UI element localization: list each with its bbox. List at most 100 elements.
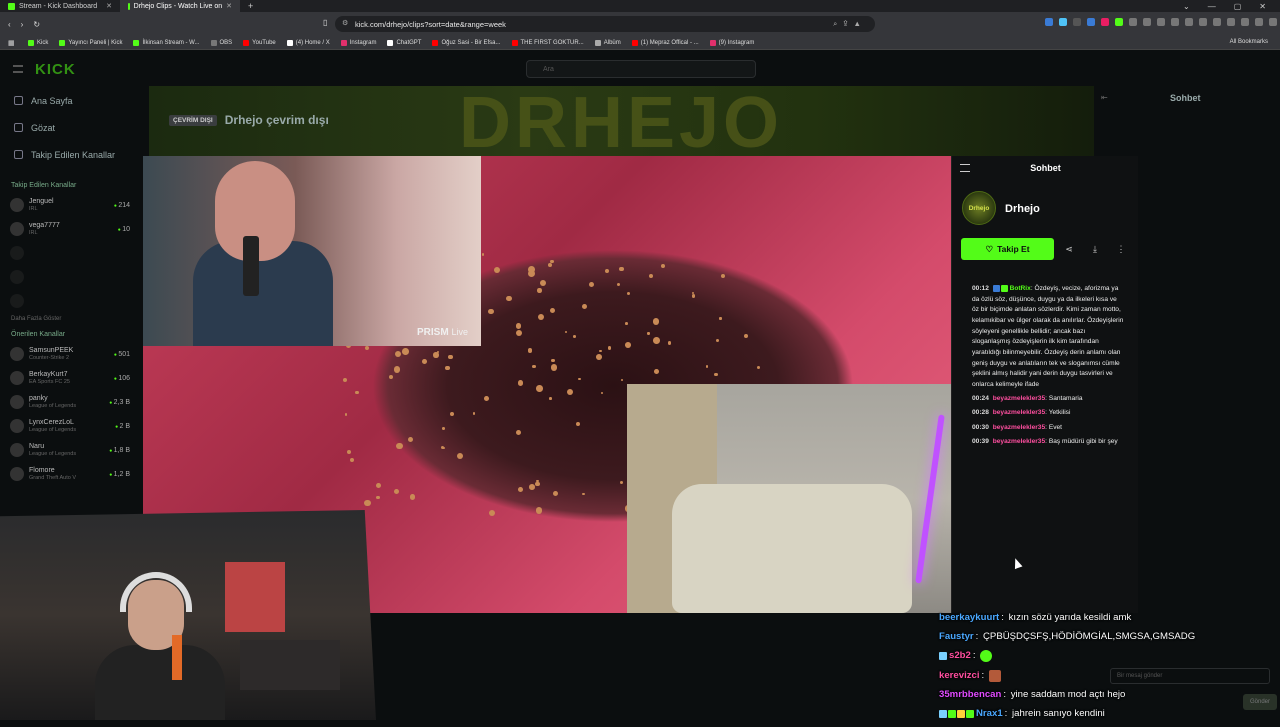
nut-crumb (393, 488, 399, 495)
sidebar-item-home[interactable]: Ana Sayfa (0, 87, 140, 114)
site-info-icon[interactable]: ⚙ (342, 19, 348, 27)
channel-name[interactable]: Drhejo (1005, 203, 1040, 215)
extension-icon[interactable] (1199, 18, 1207, 26)
nut-crumb (599, 349, 602, 353)
extension-icon[interactable] (1087, 18, 1095, 26)
nut-crumb (719, 317, 722, 320)
bookmark-item[interactable]: YouTube (243, 39, 276, 46)
bookmark-item[interactable]: (9) Instagram (709, 39, 754, 46)
user-badges (992, 284, 1008, 292)
offline-channel[interactable] (0, 241, 140, 265)
reload-icon[interactable]: ↻ (33, 20, 40, 29)
extension-icon[interactable] (1073, 18, 1081, 26)
extension-icon[interactable] (1255, 18, 1263, 26)
nut-crumb (409, 494, 415, 500)
more-options-icon[interactable]: ⋮ (1112, 240, 1130, 258)
sidebar-item-following[interactable]: Takip Edilen Kanallar (0, 141, 140, 168)
bookmark-item[interactable]: (1) Mepraz Offical - ... (631, 39, 699, 46)
apps-grid-icon[interactable]: ▦ (8, 39, 15, 47)
sidebar-item-browse[interactable]: Gözat (0, 114, 140, 141)
bookmark-item[interactable]: THE FIRST GOKTUR... (511, 39, 584, 46)
show-more-link[interactable]: Daha Fazla Göster (0, 313, 140, 325)
download-icon[interactable]: ⤓ (1086, 240, 1104, 258)
nut-crumb (402, 348, 410, 355)
close-tab-icon[interactable]: ✕ (106, 2, 112, 10)
search-input[interactable]: Ara (526, 60, 756, 78)
recommended-channel[interactable]: LynxCerezLoLLeague of Legends 2 B (0, 414, 140, 438)
close-tab-icon[interactable]: ✕ (226, 2, 232, 10)
extension-icon[interactable] (1171, 18, 1179, 26)
heart-icon (14, 150, 23, 159)
recommended-channel[interactable]: NaruLeague of Legends 1,8 B (0, 438, 140, 462)
menu-icon[interactable] (13, 65, 23, 73)
address-toolbar: ‹ › ↻ ▯ ⚙ kick.com/drhejo/clips?sort=dat… (0, 12, 1280, 36)
forward-icon[interactable]: › (21, 20, 24, 29)
extension-icon[interactable] (1059, 18, 1067, 26)
bookmark-item[interactable]: Instagram (340, 39, 376, 46)
tab-kick-dashboard[interactable]: Stream - Kick Dashboard ✕ (0, 0, 120, 12)
bookmark-item[interactable]: İlkinsan Stream - W... (133, 39, 200, 46)
bookmark-item[interactable]: Oğuz Sasi - Bir Efsa... (432, 39, 501, 46)
nut-crumb (355, 390, 359, 395)
chevron-down-icon[interactable]: ⌄ (1183, 2, 1190, 11)
extension-icon[interactable] (1129, 18, 1137, 26)
url-text: kick.com/drhejo/clips?sort=date&range=we… (355, 19, 506, 29)
extension-icon[interactable] (1241, 18, 1249, 26)
extension-icon[interactable] (1185, 18, 1193, 26)
extension-icon[interactable] (1213, 18, 1221, 26)
bookmark-item[interactable]: Kick (28, 39, 48, 46)
extension-icon[interactable] (1115, 18, 1123, 26)
message-text: Santamaria (1048, 395, 1083, 403)
recommended-channel[interactable]: BerkayKurt7EA Sports FC 25 106 (0, 366, 140, 390)
message-username[interactable]: beyazmelekler35 (993, 409, 1045, 416)
message-username[interactable]: BotRix (1010, 285, 1031, 292)
extension-icon[interactable] (1101, 18, 1109, 26)
message-username[interactable]: beyazmelekler35 (993, 395, 1045, 402)
minimize-icon[interactable]: — (1208, 2, 1216, 11)
kick-logo[interactable]: KICK (35, 61, 76, 78)
recommended-channel[interactable]: SamsunPEEKCounter-Strike 2 501 (0, 342, 140, 366)
tab-drhejo-clips[interactable]: Drhejo Clips - Watch Live on ✕ (120, 0, 240, 12)
nut-crumb (705, 365, 709, 368)
bookmark-item[interactable]: ChatGPT (387, 39, 421, 46)
close-window-icon[interactable]: ✕ (1259, 2, 1266, 11)
chat-input[interactable]: Bir mesaj gönder (1110, 668, 1270, 684)
back-icon[interactable]: ‹ (8, 20, 11, 29)
followed-channel[interactable]: vega7777IRL 10 (0, 217, 140, 241)
nut-crumb (620, 480, 624, 484)
extension-icon[interactable] (1045, 18, 1053, 26)
bookmark-folder[interactable]: Albüm (594, 39, 621, 46)
new-tab-button[interactable]: + (240, 1, 261, 11)
extension-icon[interactable] (1143, 18, 1151, 26)
nut-crumb (721, 274, 726, 279)
avatar[interactable]: Drhejo (962, 191, 996, 225)
recommended-channel[interactable]: pankyLeague of Legends 2,3 B (0, 390, 140, 414)
bookmark-item[interactable]: (4) Home / X (286, 39, 330, 46)
collapse-chat-icon[interactable]: ⇤ (1101, 93, 1108, 102)
followed-channel[interactable]: JenguelIRL 214 (0, 193, 140, 217)
offline-channel[interactable] (0, 265, 140, 289)
follow-button[interactable]: ♡ Takip Et (961, 238, 1054, 260)
maximize-icon[interactable]: ▢ (1234, 2, 1242, 11)
offline-channel[interactable] (0, 289, 140, 313)
menu-dots-icon[interactable] (1269, 18, 1277, 26)
extension-icon[interactable] (1227, 18, 1235, 26)
user-badges (939, 710, 974, 719)
sword-badge-icon (939, 652, 947, 661)
nut-crumb (375, 483, 381, 489)
bookmark-item[interactable]: Yayıncı Paneli | Kick (59, 39, 122, 46)
nut-crumb (617, 282, 621, 286)
channel-category: Grand Theft Auto V (29, 474, 76, 481)
share-icon[interactable]: ⋖ (1060, 240, 1078, 258)
url-field[interactable]: ⚙ kick.com/drhejo/clips?sort=date&range=… (335, 16, 875, 32)
send-button[interactable]: Gönder (1243, 694, 1277, 710)
message-username[interactable]: beyazmelekler35 (993, 438, 1045, 445)
recommended-channel[interactable]: FlomoreGrand Theft Auto V 1,2 B (0, 462, 140, 486)
bookmark-page-icon[interactable]: ▯ (323, 18, 327, 27)
extension-icon[interactable] (1157, 18, 1165, 26)
bookmark-item[interactable]: OBS (210, 39, 232, 46)
all-bookmarks-button[interactable]: All Bookmarks (1230, 39, 1268, 45)
bookmark-favicon-icon (631, 39, 638, 46)
url-actions-icon[interactable]: ⌕⇪▲ (833, 19, 867, 29)
message-username[interactable]: beyazmelekler35 (993, 424, 1045, 431)
